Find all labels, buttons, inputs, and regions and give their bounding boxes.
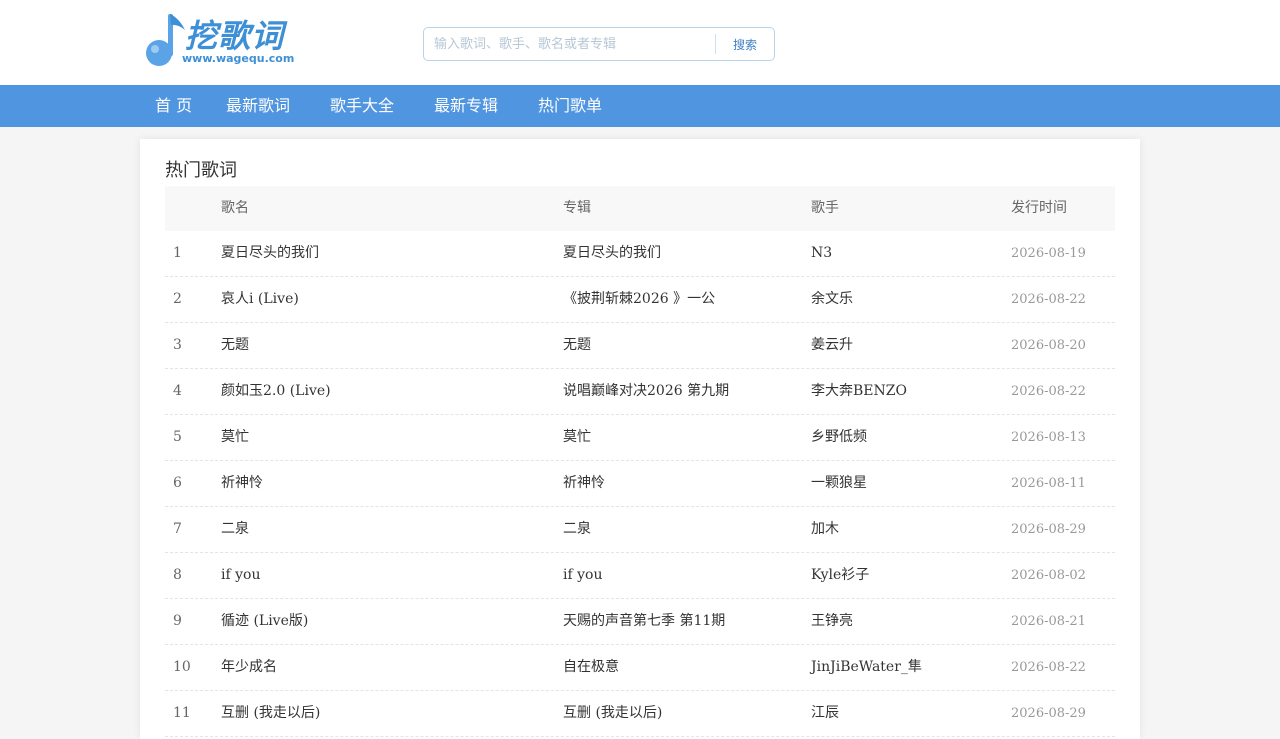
artist-link[interactable]: 李大奔BENZO xyxy=(811,369,907,414)
nav-item-latest-albums[interactable]: 最新专辑 xyxy=(434,85,498,127)
song-link[interactable]: 无题 xyxy=(221,323,249,368)
release-date: 2026-08-11 xyxy=(1011,476,1086,491)
row-number: 4 xyxy=(173,383,182,399)
artist-link[interactable]: 一颗狼星 xyxy=(811,461,867,506)
row-number: 2 xyxy=(173,291,182,307)
album-link[interactable]: if you xyxy=(563,553,602,598)
album-link[interactable]: 祈神怜 xyxy=(563,461,605,506)
music-note-icon xyxy=(146,14,185,66)
release-date: 2026-08-22 xyxy=(1011,660,1086,675)
header-song: 歌名 xyxy=(221,200,249,216)
table-row: 2 哀人i (Live) 《披荆斩棘2026 》一公 余文乐 2026-08-2… xyxy=(165,277,1115,323)
row-number: 11 xyxy=(173,705,191,721)
table-row: 8 if you if you Kyle衫子 2026-08-02 xyxy=(165,553,1115,599)
table-row: 9 循迹 (Live版) 天赐的声音第七季 第11期 王铮亮 2026-08-2… xyxy=(165,599,1115,645)
row-number: 9 xyxy=(173,613,182,629)
row-number: 1 xyxy=(173,245,182,261)
album-link[interactable]: 二泉 xyxy=(563,507,591,552)
row-number: 5 xyxy=(173,429,182,445)
row-number: 8 xyxy=(173,567,182,583)
album-link[interactable]: 自在极意 xyxy=(563,645,619,690)
album-link[interactable]: 莫忙 xyxy=(563,415,591,460)
table-header: 歌名 专辑 歌手 发行时间 xyxy=(165,186,1115,231)
song-link[interactable]: 哀人i (Live) xyxy=(221,277,299,322)
artist-link[interactable]: 王铮亮 xyxy=(811,599,853,644)
release-date: 2026-08-21 xyxy=(1011,614,1086,629)
table-row: 10 年少成名 自在极意 JinJiBeWater_隼 2026-08-22 xyxy=(165,645,1115,691)
release-date: 2026-08-13 xyxy=(1011,430,1086,445)
table-row: 7 二泉 二泉 加木 2026-08-29 xyxy=(165,507,1115,553)
artist-link[interactable]: 余文乐 xyxy=(811,277,853,322)
artist-link[interactable]: 加木 xyxy=(811,507,839,552)
search-box: 搜索 xyxy=(423,27,775,61)
row-number: 7 xyxy=(173,521,182,537)
nav-item-latest-lyrics[interactable]: 最新歌词 xyxy=(226,85,290,127)
song-link[interactable]: 二泉 xyxy=(221,507,249,552)
table-row: 6 祈神怜 祈神怜 一颗狼星 2026-08-11 xyxy=(165,461,1115,507)
artist-link[interactable]: N3 xyxy=(811,231,832,276)
table-row: 4 颜如玉2.0 (Live) 说唱巅峰对决2026 第九期 李大奔BENZO … xyxy=(165,369,1115,415)
hot-lyrics-table: 歌名 专辑 歌手 发行时间 1 夏日尽头的我们 夏日尽头的我们 N3 2026-… xyxy=(165,186,1115,737)
row-number: 6 xyxy=(173,475,182,491)
song-link[interactable]: 互删 (我走以后) xyxy=(221,691,320,736)
section-title: 热门歌词 xyxy=(165,160,237,181)
header-date: 发行时间 xyxy=(1011,200,1067,216)
album-link[interactable]: 天赐的声音第七季 第11期 xyxy=(563,599,725,644)
release-date: 2026-08-29 xyxy=(1011,522,1086,537)
album-link[interactable]: 说唱巅峰对决2026 第九期 xyxy=(563,369,729,414)
release-date: 2026-08-19 xyxy=(1011,246,1086,261)
logo-url: www.wagequ.com xyxy=(182,52,295,65)
song-link[interactable]: 夏日尽头的我们 xyxy=(221,231,319,276)
artist-link[interactable]: 乡野低频 xyxy=(811,415,867,460)
album-link[interactable]: 互删 (我走以后) xyxy=(563,691,662,736)
song-link[interactable]: 年少成名 xyxy=(221,645,277,690)
release-date: 2026-08-22 xyxy=(1011,384,1086,399)
artist-link[interactable]: 江辰 xyxy=(811,691,839,736)
release-date: 2026-08-02 xyxy=(1011,568,1086,583)
search-button[interactable]: 搜索 xyxy=(716,28,774,60)
main-nav: 首 页 最新歌词 歌手大全 最新专辑 热门歌单 xyxy=(0,85,1280,127)
song-link[interactable]: 循迹 (Live版) xyxy=(221,599,308,644)
album-link[interactable]: 夏日尽头的我们 xyxy=(563,231,661,276)
logo-text: 挖歌词 xyxy=(185,17,285,55)
nav-item-hot-playlists[interactable]: 热门歌单 xyxy=(538,85,602,127)
table-row: 11 互删 (我走以后) 互删 (我走以后) 江辰 2026-08-29 xyxy=(165,691,1115,737)
row-number: 10 xyxy=(173,659,191,675)
site-header: 挖歌词 www.wagequ.com 搜索 xyxy=(0,0,1280,85)
album-link[interactable]: 无题 xyxy=(563,323,591,368)
search-input[interactable] xyxy=(424,28,714,60)
release-date: 2026-08-22 xyxy=(1011,292,1086,307)
hot-lyrics-card: 热门歌词 歌名 专辑 歌手 发行时间 1 夏日尽头的我们 夏日尽头的我们 N3 … xyxy=(140,139,1140,739)
artist-link[interactable]: 姜云升 xyxy=(811,323,853,368)
header-album: 专辑 xyxy=(563,200,591,216)
song-link[interactable]: 祈神怜 xyxy=(221,461,263,506)
site-logo[interactable]: 挖歌词 www.wagequ.com xyxy=(143,12,295,68)
artist-link[interactable]: Kyle衫子 xyxy=(811,553,869,598)
song-link[interactable]: 莫忙 xyxy=(221,415,249,460)
release-date: 2026-08-20 xyxy=(1011,338,1086,353)
song-link[interactable]: 颜如玉2.0 (Live) xyxy=(221,369,331,414)
table-row: 1 夏日尽头的我们 夏日尽头的我们 N3 2026-08-19 xyxy=(165,231,1115,277)
nav-item-singers[interactable]: 歌手大全 xyxy=(330,85,394,127)
row-number: 3 xyxy=(173,337,182,353)
song-link[interactable]: if you xyxy=(221,553,260,598)
table-row: 5 莫忙 莫忙 乡野低频 2026-08-13 xyxy=(165,415,1115,461)
header-artist: 歌手 xyxy=(811,200,839,216)
album-link[interactable]: 《披荆斩棘2026 》一公 xyxy=(563,277,715,322)
artist-link[interactable]: JinJiBeWater_隼 xyxy=(811,645,922,690)
nav-item-home[interactable]: 首 页 xyxy=(155,85,192,127)
table-row: 3 无题 无题 姜云升 2026-08-20 xyxy=(165,323,1115,369)
release-date: 2026-08-29 xyxy=(1011,706,1086,721)
